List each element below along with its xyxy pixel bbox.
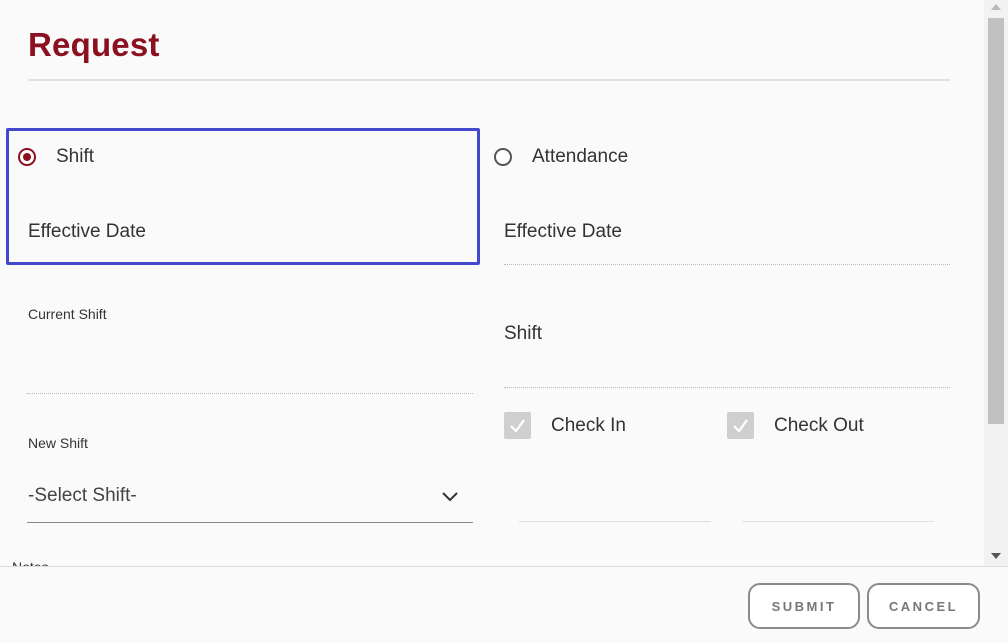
new-shift-underline bbox=[27, 522, 473, 523]
check-out-underline bbox=[742, 521, 934, 522]
right-shift-label: Shift bbox=[504, 323, 543, 344]
vertical-scrollbar[interactable] bbox=[984, 0, 1008, 566]
attendance-radio-option[interactable]: Attendance bbox=[494, 146, 628, 168]
check-out-option[interactable]: Check Out bbox=[727, 412, 864, 439]
page-title: Request bbox=[28, 26, 160, 63]
scroll-up-arrow-icon[interactable] bbox=[991, 4, 1001, 10]
shift-radio-option[interactable]: Shift bbox=[18, 146, 94, 168]
scroll-down-arrow-icon[interactable] bbox=[991, 553, 1001, 559]
submit-button[interactable]: SUBMIT bbox=[748, 583, 860, 629]
right-effective-date-underline bbox=[504, 264, 950, 265]
current-shift-underline bbox=[27, 393, 473, 394]
right-effective-date-label: Effective Date bbox=[504, 221, 622, 242]
check-in-underline bbox=[519, 521, 711, 522]
checkmark-icon bbox=[510, 419, 525, 433]
dialog-footer: SUBMIT CANCEL bbox=[0, 566, 1008, 643]
current-shift-field bbox=[27, 330, 473, 392]
right-shift-underline bbox=[504, 387, 950, 388]
check-in-label: Check In bbox=[551, 414, 626, 436]
attendance-radio-button[interactable] bbox=[494, 148, 512, 166]
check-out-label: Check Out bbox=[774, 414, 864, 436]
new-shift-select-value: -Select Shift- bbox=[28, 485, 137, 506]
checkmark-icon bbox=[733, 419, 748, 433]
new-shift-label: New Shift bbox=[28, 435, 88, 451]
check-in-checkbox[interactable] bbox=[504, 412, 531, 439]
attendance-radio-label: Attendance bbox=[532, 146, 629, 167]
check-out-checkbox[interactable] bbox=[727, 412, 754, 439]
left-effective-date-label: Effective Date bbox=[28, 221, 146, 242]
current-shift-label: Current Shift bbox=[28, 306, 107, 322]
chevron-down-icon bbox=[442, 492, 458, 502]
shift-radio-label: Shift bbox=[56, 146, 95, 167]
check-in-option[interactable]: Check In bbox=[504, 412, 626, 439]
cancel-button[interactable]: CANCEL bbox=[867, 583, 980, 629]
scrollbar-thumb[interactable] bbox=[988, 18, 1004, 424]
title-divider bbox=[28, 79, 950, 81]
shift-radio-button[interactable] bbox=[18, 148, 36, 166]
new-shift-select[interactable]: -Select Shift- bbox=[27, 470, 473, 522]
